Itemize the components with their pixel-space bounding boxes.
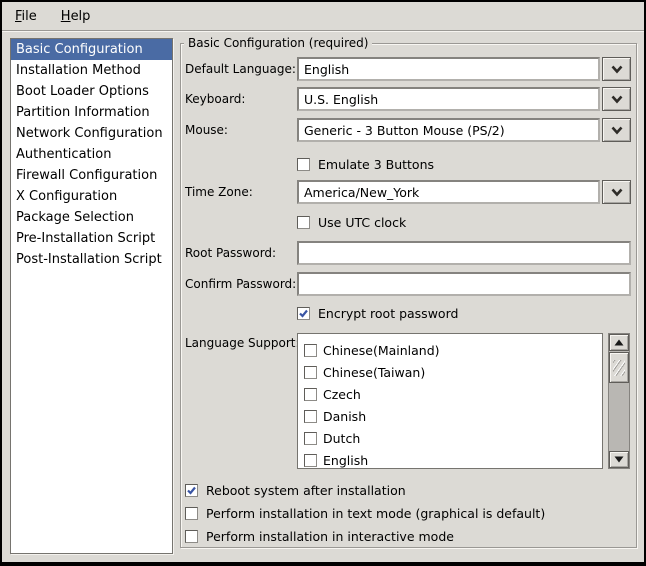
language-checkbox[interactable] bbox=[304, 388, 317, 401]
encrypt-root-password-checkbox[interactable] bbox=[297, 307, 310, 320]
keyboard-combo[interactable]: U.S. English bbox=[297, 87, 631, 111]
reboot-after-install-label: Reboot system after installation bbox=[206, 483, 406, 498]
language-support-list[interactable]: Chinese(Mainland) Chinese(Taiwan) Czech … bbox=[297, 333, 603, 469]
language-checkbox[interactable] bbox=[304, 432, 317, 445]
sidebar-item-boot-loader-options[interactable]: Boot Loader Options bbox=[11, 81, 172, 102]
sidebar-item-firewall-configuration[interactable]: Firewall Configuration bbox=[11, 165, 172, 186]
language-option-label: English bbox=[323, 453, 368, 468]
checkmark-icon bbox=[186, 485, 197, 496]
language-option-label: Czech bbox=[323, 387, 361, 402]
default-language-label: Default Language: bbox=[185, 57, 296, 81]
language-option-label: Dutch bbox=[323, 431, 360, 446]
time-zone-value[interactable]: America/New_York bbox=[297, 180, 600, 204]
default-language-combo[interactable]: English bbox=[297, 57, 631, 81]
menubar: File Help bbox=[2, 2, 644, 31]
scroll-down-icon bbox=[613, 455, 625, 464]
checkmark-icon bbox=[298, 308, 309, 319]
reboot-after-install-checkbox[interactable] bbox=[185, 484, 198, 497]
sidebar-item-post-installation-script[interactable]: Post-Installation Script bbox=[11, 249, 172, 270]
scroll-up-icon bbox=[613, 338, 625, 347]
language-option-label: Chinese(Taiwan) bbox=[323, 365, 425, 380]
use-utc-clock-label: Use UTC clock bbox=[318, 215, 406, 230]
dropdown-arrow-icon bbox=[610, 187, 624, 197]
language-option[interactable]: Dutch bbox=[298, 427, 602, 449]
language-checkbox[interactable] bbox=[304, 454, 317, 467]
keyboard-dropdown-button[interactable] bbox=[602, 87, 631, 111]
language-option[interactable]: English bbox=[298, 449, 602, 469]
encrypt-root-password-label: Encrypt root password bbox=[318, 306, 458, 321]
text-mode-install-checkbox[interactable] bbox=[185, 507, 198, 520]
emulate-3-buttons-label: Emulate 3 Buttons bbox=[318, 157, 434, 172]
scroll-up-button[interactable] bbox=[609, 334, 629, 351]
language-option[interactable]: Danish bbox=[298, 405, 602, 427]
menu-file[interactable]: File bbox=[7, 5, 45, 28]
sidebar-item-pre-installation-script[interactable]: Pre-Installation Script bbox=[11, 228, 172, 249]
confirm-password-label: Confirm Password: bbox=[185, 272, 296, 296]
keyboard-value[interactable]: U.S. English bbox=[297, 87, 600, 111]
use-utc-clock-checkbox[interactable] bbox=[297, 216, 310, 229]
emulate-3-buttons-checkbox-row[interactable]: Emulate 3 Buttons bbox=[297, 156, 434, 172]
language-option[interactable]: Chinese(Mainland) bbox=[298, 339, 602, 361]
interactive-mode-install-checkbox[interactable] bbox=[185, 530, 198, 543]
mouse-label: Mouse: bbox=[185, 118, 228, 142]
scroll-down-button[interactable] bbox=[609, 451, 629, 468]
use-utc-clock-checkbox-row[interactable]: Use UTC clock bbox=[297, 214, 406, 230]
language-checkbox[interactable] bbox=[304, 366, 317, 379]
default-language-value[interactable]: English bbox=[297, 57, 600, 81]
root-password-input[interactable] bbox=[297, 241, 631, 265]
dropdown-arrow-icon bbox=[610, 94, 624, 104]
app-window: File Help Basic Configuration Installati… bbox=[0, 0, 646, 566]
mouse-dropdown-button[interactable] bbox=[602, 118, 631, 142]
mouse-combo[interactable]: Generic - 3 Button Mouse (PS/2) bbox=[297, 118, 631, 142]
scrollbar-thumb[interactable] bbox=[609, 352, 629, 383]
sidebar-item-package-selection[interactable]: Package Selection bbox=[11, 207, 172, 228]
text-mode-install-label: Perform installation in text mode (graph… bbox=[206, 506, 545, 521]
basic-configuration-frame: Basic Configuration (required) Default L… bbox=[180, 43, 637, 548]
language-option-label: Danish bbox=[323, 409, 366, 424]
time-zone-combo[interactable]: America/New_York bbox=[297, 180, 631, 204]
mouse-value[interactable]: Generic - 3 Button Mouse (PS/2) bbox=[297, 118, 600, 142]
language-support-label: Language Support: bbox=[185, 331, 300, 355]
interactive-mode-install-checkbox-row[interactable]: Perform installation in interactive mode bbox=[185, 528, 454, 544]
sidebar-item-partition-information[interactable]: Partition Information bbox=[11, 102, 172, 123]
frame-title: Basic Configuration (required) bbox=[184, 35, 372, 51]
language-option[interactable]: Czech bbox=[298, 383, 602, 405]
sidebar-item-installation-method[interactable]: Installation Method bbox=[11, 60, 172, 81]
text-mode-install-checkbox-row[interactable]: Perform installation in text mode (graph… bbox=[185, 505, 545, 521]
sidebar-item-basic-configuration[interactable]: Basic Configuration bbox=[11, 39, 172, 60]
menu-help[interactable]: Help bbox=[53, 5, 99, 28]
sidebar-item-network-configuration[interactable]: Network Configuration bbox=[11, 123, 172, 144]
reboot-after-install-checkbox-row[interactable]: Reboot system after installation bbox=[185, 482, 406, 498]
language-option[interactable]: Chinese(Taiwan) bbox=[298, 361, 602, 383]
sidebar-item-authentication[interactable]: Authentication bbox=[11, 144, 172, 165]
dropdown-arrow-icon bbox=[610, 64, 624, 74]
keyboard-label: Keyboard: bbox=[185, 87, 245, 111]
sidebar-item-x-configuration[interactable]: X Configuration bbox=[11, 186, 172, 207]
time-zone-dropdown-button[interactable] bbox=[602, 180, 631, 204]
sidebar-list: Basic Configuration Installation Method … bbox=[10, 38, 173, 554]
emulate-3-buttons-checkbox[interactable] bbox=[297, 158, 310, 171]
dropdown-arrow-icon bbox=[610, 125, 624, 135]
language-option-label: Chinese(Mainland) bbox=[323, 343, 440, 358]
language-list-scrollbar[interactable] bbox=[608, 333, 630, 469]
scrollbar-grip-icon bbox=[613, 360, 625, 376]
language-checkbox[interactable] bbox=[304, 344, 317, 357]
interactive-mode-install-label: Perform installation in interactive mode bbox=[206, 529, 454, 544]
encrypt-root-password-checkbox-row[interactable]: Encrypt root password bbox=[297, 305, 458, 321]
root-password-label: Root Password: bbox=[185, 241, 276, 265]
time-zone-label: Time Zone: bbox=[185, 180, 253, 204]
confirm-password-input[interactable] bbox=[297, 272, 631, 296]
default-language-dropdown-button[interactable] bbox=[602, 57, 631, 81]
language-checkbox[interactable] bbox=[304, 410, 317, 423]
